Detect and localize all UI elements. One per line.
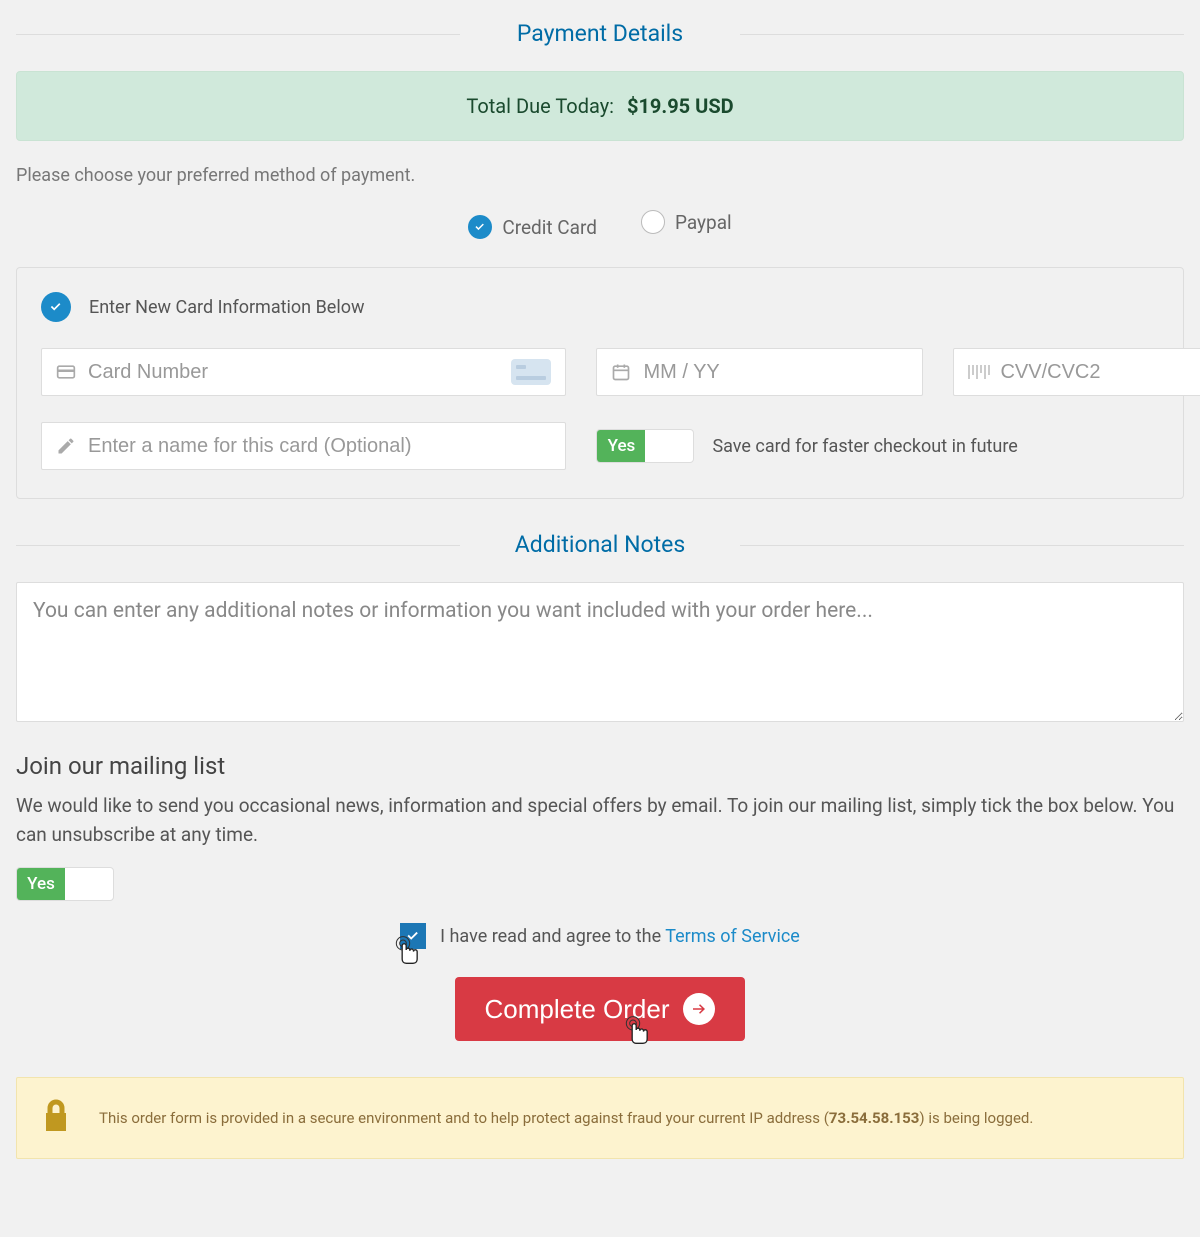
section-title-notes: Additional Notes: [16, 531, 1184, 558]
total-due-label: Total Due Today:: [466, 94, 614, 118]
total-due-banner: Total Due Today: $19.95 USD: [16, 71, 1184, 141]
paypal-label: Paypal: [675, 211, 732, 234]
mailing-list-toggle[interactable]: Yes: [16, 867, 114, 901]
save-card-label: Save card for faster checkout in future: [712, 436, 1017, 457]
section-title-payment: Payment Details: [16, 20, 1184, 47]
mailing-list-text: We would like to send you occasional new…: [16, 792, 1184, 849]
payment-method-credit-card[interactable]: Credit Card: [468, 215, 597, 239]
credit-card-label: Credit Card: [502, 216, 597, 239]
card-name-input[interactable]: [88, 435, 551, 458]
calendar-icon: [611, 362, 631, 382]
tos-prefix: I have read and agree to the: [440, 926, 665, 947]
complete-order-label: Complete Order: [485, 994, 670, 1025]
barcode-icon: [968, 365, 990, 379]
card-number-input[interactable]: [88, 361, 511, 384]
payment-method-hint: Please choose your preferred method of p…: [16, 165, 1184, 186]
tos-checkbox[interactable]: [400, 923, 426, 949]
save-card-toggle[interactable]: Yes: [596, 429, 694, 463]
card-panel-heading: Enter New Card Information Below: [89, 297, 365, 318]
complete-order-button[interactable]: Complete Order: [455, 977, 746, 1041]
secure-text-prefix: This order form is provided in a secure …: [99, 1109, 829, 1127]
cvv-input[interactable]: [1000, 361, 1200, 384]
card-brand-icon: [511, 359, 551, 385]
lock-icon: [41, 1098, 71, 1138]
card-number-field[interactable]: [41, 348, 566, 396]
expiry-input[interactable]: [643, 361, 908, 384]
secure-text-suffix: ) is being logged.: [919, 1109, 1033, 1127]
check-circle-icon: [41, 292, 71, 322]
cvv-field[interactable]: [953, 348, 1200, 396]
secure-notice: This order form is provided in a secure …: [16, 1077, 1184, 1159]
expiry-field[interactable]: [596, 348, 923, 396]
payment-method-paypal[interactable]: Paypal: [641, 210, 732, 234]
additional-notes-textarea[interactable]: [16, 582, 1184, 722]
radio-unchecked-icon: [641, 210, 665, 234]
total-due-amount: $19.95 USD: [627, 94, 734, 118]
toggle-yes-label: Yes: [597, 430, 645, 462]
radio-checked-icon: [468, 215, 492, 239]
tos-link[interactable]: Terms of Service: [665, 926, 800, 947]
arrow-right-circle-icon: [683, 993, 715, 1025]
card-name-field[interactable]: [41, 422, 566, 470]
mailing-toggle-yes-label: Yes: [17, 868, 65, 900]
card-info-panel: Enter New Card Information Below ?: [16, 267, 1184, 499]
pencil-icon: [56, 436, 76, 456]
mailing-list-heading: Join our mailing list: [16, 752, 1184, 780]
credit-card-icon: [56, 362, 76, 382]
secure-ip: 73.54.58.153: [829, 1109, 920, 1127]
